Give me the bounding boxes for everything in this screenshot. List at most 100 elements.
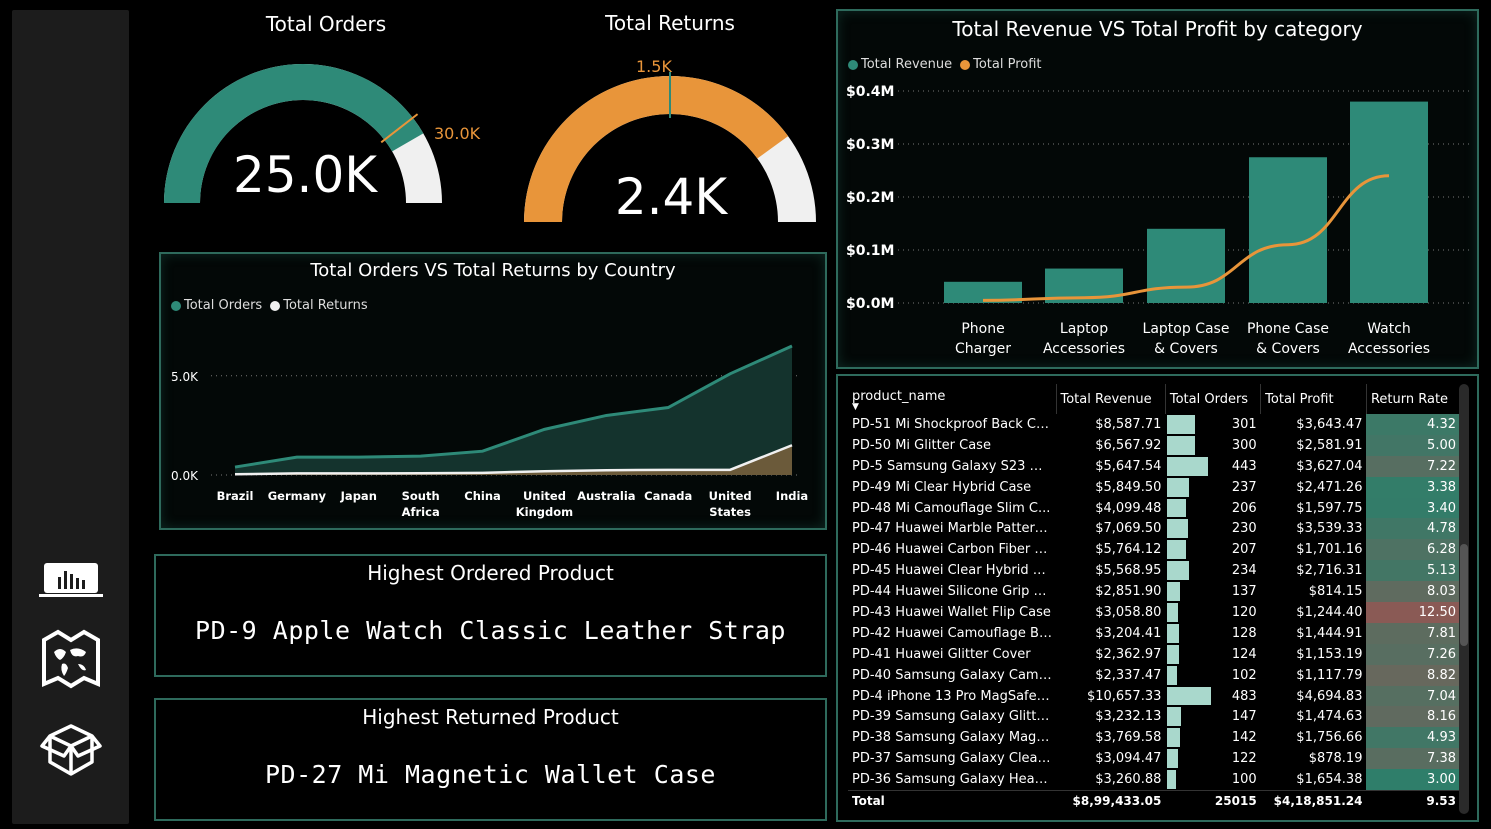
y-tick-label: $0.4M [846,84,894,100]
table-row[interactable]: PD-51 Mi Shockproof Back Ca... $8,587.71 3… [848,414,1460,435]
col-total-revenue[interactable]: Total Revenue [1056,384,1166,414]
table-row[interactable]: PD-49 Mi Clear Hybrid Case $5,849.50 237 $2… [848,476,1460,498]
cell-product-name: PD-50 Mi Glitter Case [852,437,991,453]
sidebar [12,10,129,824]
cell-product-name: PD-39 Samsung Galaxy Glitter... [852,709,1056,725]
x-tick-label: Accessories [1348,341,1430,357]
table-row[interactable]: PD-5 Samsung Galaxy S23 Ma... $5,647.54 44… [848,455,1460,477]
total-cell: 9.53 [1366,789,1460,811]
table-scrollbar-thumb[interactable] [1460,544,1468,646]
cell-product-name: PD-36 Samsung Galaxy Heavy... [852,771,1056,787]
cell-return-rate: 3.00 [1366,769,1460,791]
table-row[interactable]: PD-38 Samsung Galaxy Magn... $3,769.58 142… [848,727,1460,749]
table-row[interactable]: PD-46 Huawei Carbon Fiber C... $5,764.12 2… [848,539,1460,561]
table-scrollbar[interactable] [1459,384,1469,814]
table-row[interactable]: PD-50 Mi Glitter Case $6,567.92 300 $2,581.… [848,434,1460,456]
table-row[interactable]: PD-4 iPhone 13 Pro MagSafe ... $10,657.33… [848,685,1460,707]
table-row[interactable]: PD-44 Huawei Silicone Grip C... $2,851.90… [848,581,1460,603]
cell-total-profit: $1,153.19 [1296,646,1363,662]
x-tick-label: Brazil [217,489,254,503]
cell-total-revenue: $5,647.54 [1095,458,1162,474]
x-tick-label: India [776,489,808,503]
orders-databar [1167,435,1195,455]
cell-product-name: PD-49 Mi Clear Hybrid Case [852,479,1032,495]
orders-databar [1167,623,1180,643]
cell-total-revenue: $5,568.95 [1095,563,1162,579]
cell-total-revenue: $2,851.90 [1095,584,1162,600]
x-tick-label: United [523,489,566,503]
table-row[interactable]: PD-43 Huawei Wallet Flip Case $3,058.80 12… [848,602,1460,623]
table-row[interactable]: PD-41 Huawei Glitter Cover $2,362.97 124 $1… [848,643,1460,665]
cell-total-revenue: $2,337.47 [1095,667,1162,683]
orders-databar [1167,519,1189,539]
x-tick-label: Laptop [1060,321,1108,337]
orders-databar [1167,603,1179,622]
cell-product-name: PD-48 Mi Camouflage Slim C... [852,500,1051,516]
x-tick-label: South [402,489,440,503]
revenue-bar[interactable] [1147,228,1225,303]
cell-product-name: PD-42 Huawei Camouflage Ba... [852,625,1056,641]
product-table: product_name ▼ Total Revenue Total Orders… [848,384,1460,811]
cell-return-rate: 5.00 [1366,434,1460,456]
table-row[interactable]: PD-45 Huawei Clear Hybrid C... $5,568.95 2… [848,560,1460,582]
col-return-rate[interactable]: Return Rate [1366,384,1460,414]
cell-total-profit: $1,701.16 [1296,542,1363,558]
orders-databar [1167,415,1195,434]
cell-total-orders: 142 [1165,727,1260,748]
x-tick-label: Africa [402,505,440,519]
cell-product-name: PD-51 Mi Shockproof Back Ca... [852,416,1056,432]
world-map-icon[interactable] [40,628,102,690]
orders-databar [1167,707,1181,727]
highest-returned-value: PD-27 Mi Magnetic Wallet Case [265,760,716,789]
cell-total-orders: 234 [1165,560,1260,581]
cell-total-profit: $878.19 [1308,751,1363,767]
cell-total-orders: 300 [1165,435,1260,456]
cell-total-revenue: $8,587.71 [1095,416,1162,432]
x-tick-label: & Covers [1154,341,1218,357]
cell-total-profit: $1,117.79 [1296,667,1363,683]
cell-total-profit: $1,597.75 [1296,500,1363,516]
cell-return-rate: 3.38 [1366,476,1460,498]
cell-total-profit: $1,474.63 [1296,709,1363,725]
table-row[interactable]: PD-37 Samsung Galaxy Clear ... $3,094.47 1… [848,748,1460,770]
revenue-bar[interactable] [1350,101,1428,303]
highest-returned-title: Highest Returned Product [362,705,619,729]
table-row[interactable]: PD-39 Samsung Galaxy Glitter... $3,232.13… [848,706,1460,728]
x-tick-label: & Covers [1256,341,1320,357]
x-tick-label: Australia [577,489,636,503]
table-row[interactable]: PD-47 Huawei Marble Pattern... $7,069.50 2… [848,518,1460,540]
cell-product-name: PD-47 Huawei Marble Pattern... [852,521,1056,537]
x-tick-label: China [464,489,501,503]
cell-total-revenue: $6,567.92 [1095,437,1162,453]
table-row[interactable]: PD-48 Mi Camouflage Slim C... $4,099.48 20… [848,497,1460,519]
bar-chart-icon[interactable] [40,550,102,612]
cell-total-profit: $1,654.38 [1296,771,1363,787]
cell-total-orders-value: 206 [1231,500,1257,516]
orders-gauge-max-label: 30.0K [434,124,481,143]
table-row[interactable]: PD-40 Samsung Galaxy Camo... $2,337.47 102… [848,664,1460,686]
cell-product-name: PD-46 Huawei Carbon Fiber C... [852,542,1056,558]
cell-total-orders: 122 [1165,748,1260,769]
orders-databar [1167,686,1212,706]
cell-total-orders: 137 [1165,581,1260,602]
x-tick-label: United [709,489,752,503]
table-row[interactable]: PD-42 Huawei Camouflage Ba... $3,204.41 12… [848,622,1460,644]
col-total-profit[interactable]: Total Profit [1260,384,1367,414]
y-tick-label: $0.3M [846,137,894,153]
box-icon[interactable] [40,718,102,780]
cell-total-orders: 128 [1165,623,1260,644]
col-product-name[interactable]: product_name ▼ [848,384,1057,414]
highest-ordered-product-card: Highest Ordered Product PD-9 Apple Watch… [154,554,827,677]
x-tick-label: Canada [644,489,692,503]
cell-total-orders-value: 102 [1231,667,1257,683]
cell-total-orders: 207 [1165,539,1260,560]
cell-total-profit: $4,694.83 [1296,688,1363,704]
revenue-bar[interactable] [1249,157,1327,303]
col-total-orders[interactable]: Total Orders [1165,384,1262,414]
highest-ordered-title: Highest Ordered Product [367,561,614,585]
cell-total-orders-value: 301 [1231,416,1257,432]
cell-total-revenue: $5,849.50 [1095,479,1162,495]
cell-total-orders-value: 237 [1231,479,1257,495]
table-row[interactable]: PD-36 Samsung Galaxy Heavy... $3,260.88 10… [848,769,1460,791]
category-bar-chart: $0.0M $0.1M $0.2M $0.3M $0.4M Phone Charger Lap… [846,84,1470,357]
